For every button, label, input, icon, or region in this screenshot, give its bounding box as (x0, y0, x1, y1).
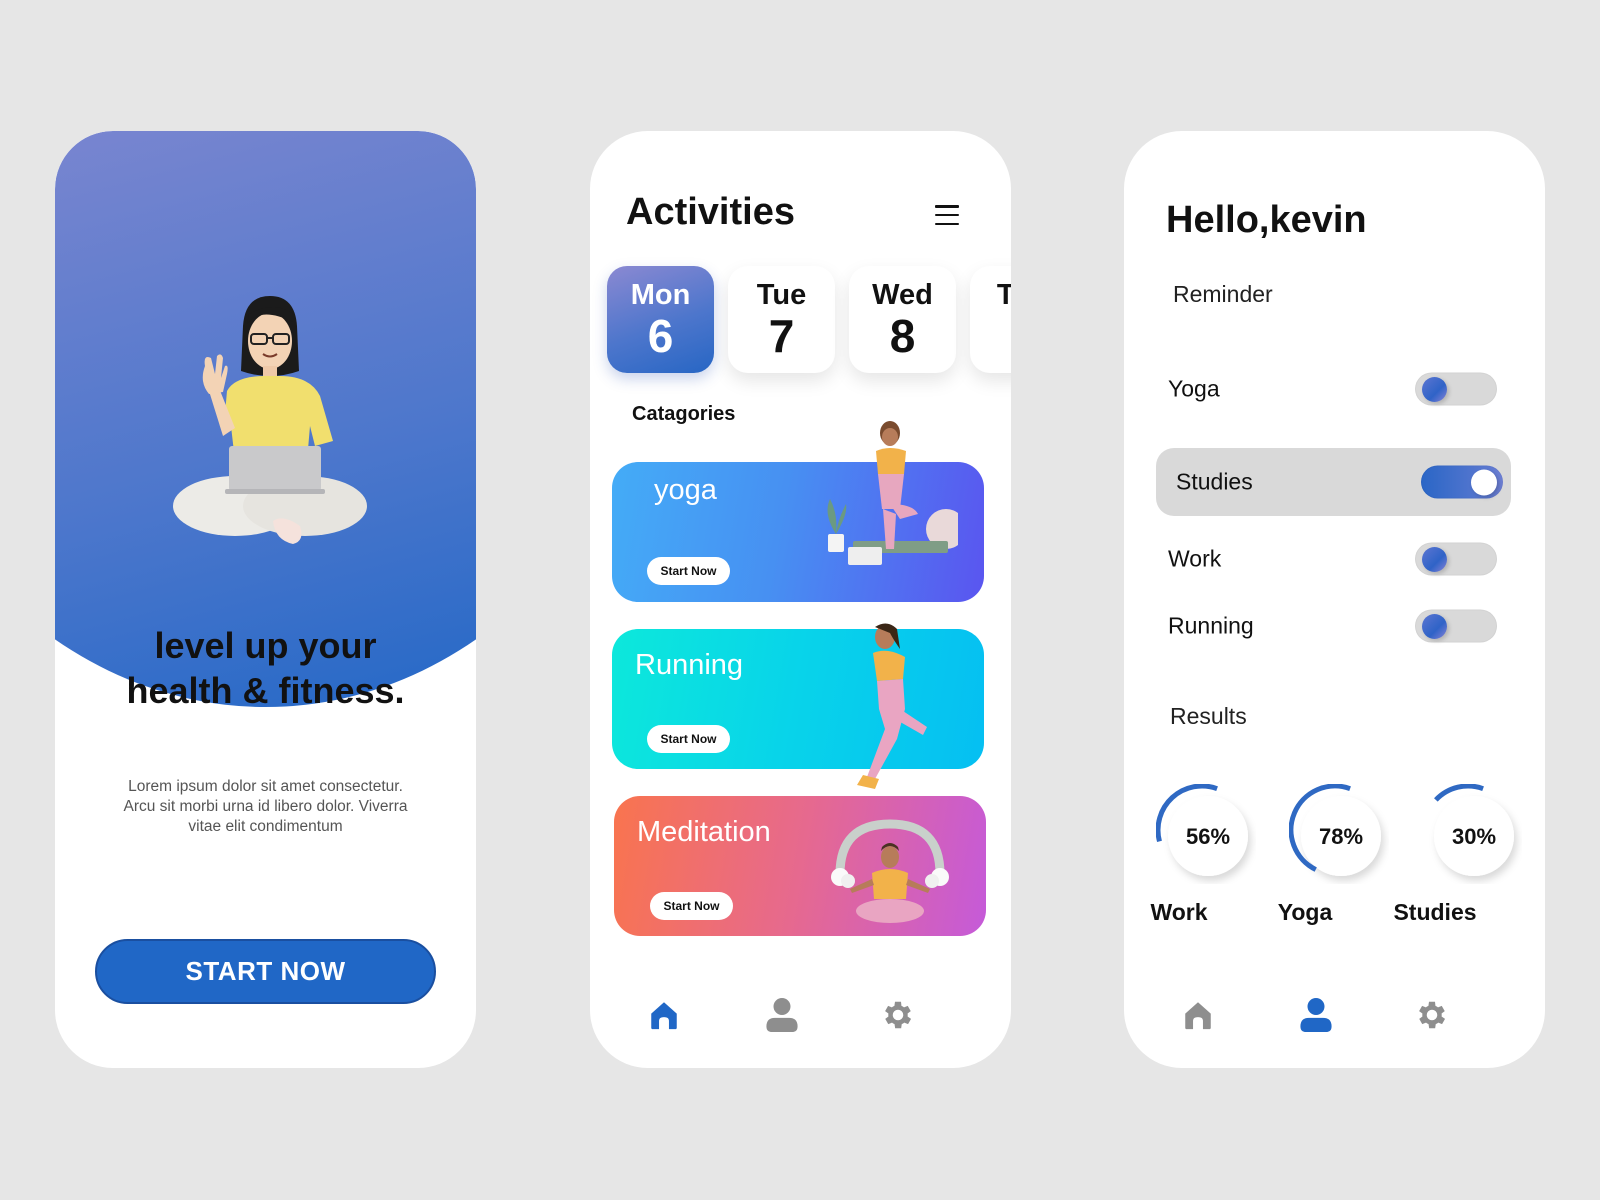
toggle-knob (1422, 376, 1447, 402)
result-ring-yoga: 78% (1289, 784, 1381, 876)
hamburger-menu-icon[interactable] (935, 205, 959, 225)
bottom-nav (590, 993, 1011, 1043)
category-title: Meditation (637, 816, 771, 848)
result-label: Work (1150, 899, 1208, 925)
page-title: Activities (626, 191, 795, 233)
toggle-knob (1471, 469, 1497, 495)
category-title: Running (635, 649, 744, 681)
day-chip-mon[interactable]: Mon 6 (607, 266, 714, 373)
day-chip-tue[interactable]: Tue 7 (728, 266, 835, 373)
nav-profile[interactable] (760, 993, 804, 1037)
start-now-button[interactable]: Start Now (647, 725, 730, 753)
nav-home[interactable] (642, 993, 686, 1037)
onboarding-screen: level up your health & fitness. Lorem ip… (55, 131, 476, 1068)
categories-heading: Catagories (632, 403, 736, 425)
ring-value: 56% (1186, 824, 1230, 849)
toggle-knob (1422, 613, 1447, 639)
result-label: Yoga (1277, 899, 1333, 925)
gear-icon (885, 1001, 912, 1029)
result-ring-studies: 30% (1434, 784, 1514, 876)
day-name: Mon (630, 278, 691, 311)
reminder-heading: Reminder (1173, 281, 1273, 307)
gear-icon (1419, 1001, 1446, 1029)
reminder-row-running: Running (1156, 592, 1511, 660)
person-with-laptop-illustration (173, 296, 367, 544)
day-number: 7 (768, 309, 795, 362)
home-icon (651, 1002, 677, 1030)
day-selector: Mon 6 Tue 7 Wed 8 Thu 9 (607, 266, 1011, 376)
day-chip-wed[interactable]: Wed 8 (849, 266, 956, 373)
ring-value: 78% (1319, 824, 1363, 849)
user-icon (1300, 998, 1332, 1032)
home-icon (1185, 1002, 1211, 1030)
reminder-label: Yoga (1168, 375, 1220, 402)
reminder-label: Work (1168, 545, 1222, 572)
headline-line-1: level up your (154, 625, 377, 666)
work-reminder-toggle[interactable] (1415, 542, 1497, 576)
ring-value: 30% (1452, 824, 1496, 849)
reminder-label: Studies (1176, 468, 1253, 495)
running-woman-illustration (857, 623, 927, 789)
toggle-knob (1422, 546, 1447, 572)
category-title: yoga (654, 474, 717, 506)
nav-settings[interactable] (1410, 993, 1454, 1037)
start-now-button[interactable]: START NOW (95, 939, 436, 1004)
greeting-title: Hello,kevin (1166, 199, 1367, 241)
reminder-row-work: Work (1156, 525, 1511, 593)
yoga-reminder-toggle[interactable] (1415, 372, 1497, 406)
reminder-row-yoga: Yoga (1156, 355, 1511, 423)
onboarding-headline: level up your health & fitness. (55, 623, 476, 713)
running-reminder-toggle[interactable] (1415, 609, 1497, 643)
activities-screen: Activities Mon 6 Tue 7 Wed 8 Thu 9 Catag… (590, 131, 1011, 1068)
day-number: 8 (889, 309, 916, 362)
user-icon (766, 998, 798, 1032)
nav-home[interactable] (1176, 993, 1220, 1037)
nav-profile[interactable] (1294, 993, 1338, 1037)
day-name: Thu (996, 278, 1011, 311)
day-name: Tue (756, 278, 807, 311)
day-number: 6 (647, 309, 674, 362)
result-label: Studies (1393, 899, 1477, 925)
day-name: Wed (872, 278, 933, 311)
meditating-woman-illustration (831, 819, 949, 923)
headline-line-2: health & fitness. (126, 670, 405, 711)
start-now-button[interactable]: Start Now (650, 892, 733, 920)
profile-screen: Hello,kevin Reminder Yoga Studies Work R… (1124, 131, 1545, 1068)
nav-settings[interactable] (876, 993, 920, 1037)
result-ring-work: 56% (1156, 784, 1248, 876)
yoga-woman-illustration (827, 421, 958, 565)
results-heading: Results (1170, 703, 1247, 729)
bottom-nav (1124, 993, 1545, 1043)
onboarding-description: Lorem ipsum dolor sit amet consectetur. … (123, 778, 408, 835)
start-now-button[interactable]: Start Now (647, 557, 730, 585)
studies-reminder-toggle[interactable] (1421, 465, 1503, 499)
day-chip-thu[interactable]: Thu 9 (970, 266, 1011, 373)
reminder-label: Running (1168, 612, 1254, 639)
reminder-row-studies: Studies (1156, 448, 1511, 516)
